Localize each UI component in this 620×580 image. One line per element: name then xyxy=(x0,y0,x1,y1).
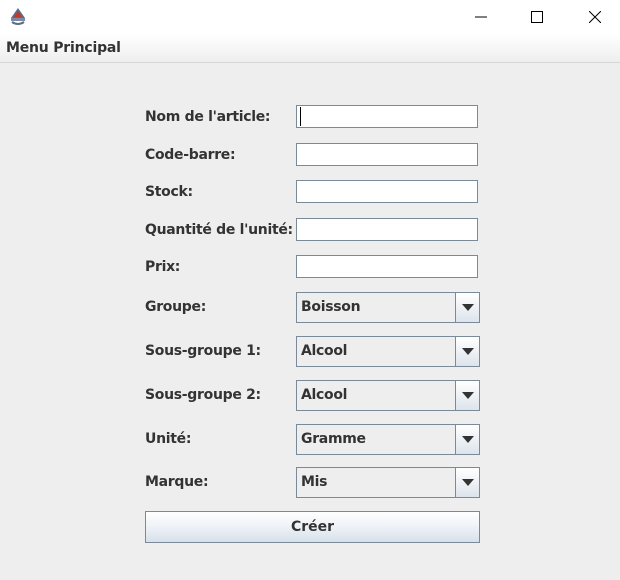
article-name-input[interactable] xyxy=(296,105,478,128)
java-cup-icon xyxy=(8,6,28,26)
chevron-down-icon xyxy=(461,348,474,355)
barcode-label: Code-barre: xyxy=(145,147,236,163)
window-titlebar[interactable] xyxy=(0,0,620,34)
group-select-value: Boisson xyxy=(301,299,361,315)
brand-select[interactable]: Mis xyxy=(296,467,480,498)
unit-select[interactable]: Gramme xyxy=(296,424,480,455)
create-button[interactable]: Créer xyxy=(145,511,480,543)
stock-input[interactable] xyxy=(296,180,478,203)
price-label: Prix: xyxy=(145,259,181,275)
subgroup1-select-value: Alcool xyxy=(301,343,348,359)
chevron-down-icon xyxy=(461,392,474,399)
group-select[interactable]: Boisson xyxy=(296,292,480,323)
unit-select-arrow[interactable] xyxy=(455,425,479,454)
unit-select-value: Gramme xyxy=(301,431,366,447)
group-label: Groupe: xyxy=(145,299,206,315)
group-select-arrow[interactable] xyxy=(455,293,479,322)
menu-bar: Menu Principal xyxy=(0,34,620,63)
barcode-input[interactable] xyxy=(296,143,478,166)
subgroup1-select[interactable]: Alcool xyxy=(296,336,480,367)
maximize-icon xyxy=(531,11,543,23)
subgroup2-select[interactable]: Alcool xyxy=(296,380,480,411)
maximize-button[interactable] xyxy=(514,0,560,34)
chevron-down-icon xyxy=(461,304,474,311)
subgroup1-label: Sous-groupe 1: xyxy=(145,343,261,359)
price-input[interactable] xyxy=(296,255,478,278)
brand-label: Marque: xyxy=(145,474,209,490)
subgroup2-select-arrow[interactable] xyxy=(455,381,479,410)
article-name-label: Nom de l'article: xyxy=(145,109,271,125)
menu-principal[interactable]: Menu Principal xyxy=(6,40,121,56)
text-caret xyxy=(300,107,301,126)
brand-select-arrow[interactable] xyxy=(455,468,479,497)
brand-select-value: Mis xyxy=(301,474,328,490)
subgroup2-select-value: Alcool xyxy=(301,387,348,403)
close-icon xyxy=(589,11,601,23)
close-button[interactable] xyxy=(572,0,618,34)
minimize-button[interactable] xyxy=(458,0,504,34)
unit-label: Unité: xyxy=(145,431,192,447)
subgroup1-select-arrow[interactable] xyxy=(455,337,479,366)
chevron-down-icon xyxy=(461,436,474,443)
unit-quantity-input[interactable] xyxy=(296,218,478,241)
minimize-icon xyxy=(475,16,487,18)
subgroup2-label: Sous-groupe 2: xyxy=(145,387,261,403)
unit-quantity-label: Quantité de l'unité: xyxy=(145,222,293,238)
chevron-down-icon xyxy=(461,479,474,486)
stock-label: Stock: xyxy=(145,184,193,200)
